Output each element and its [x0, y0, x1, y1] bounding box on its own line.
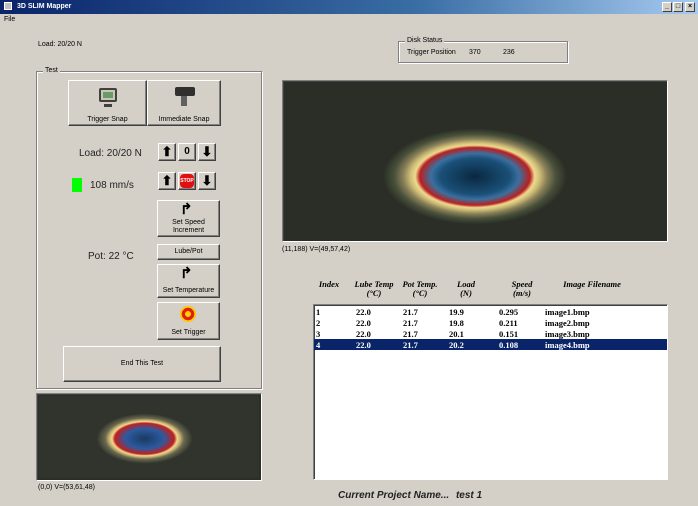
trigger-position-value-2: 236 — [503, 49, 515, 56]
cell-speed: 0.108 — [499, 339, 519, 350]
header-pot-temp-unit: (°C) — [412, 288, 428, 298]
cell-file: image2.bmp — [545, 317, 590, 328]
lube-pot-button[interactable]: Lube/Pot — [157, 244, 220, 260]
header-load-unit: (N) — [460, 288, 472, 298]
app-window: 3D SLIM Mapper _ □ × File Load: 20/20 N … — [0, 0, 698, 506]
set-trigger-label: Set Trigger — [171, 329, 206, 336]
load-readout: Load: 20/20 N — [79, 148, 142, 159]
cell-index: 3 — [316, 328, 321, 339]
cell-lube: 22.0 — [356, 306, 371, 317]
header-index: Index — [318, 279, 340, 289]
close-button[interactable]: × — [685, 2, 695, 12]
arrow-up-icon: ⬆ — [161, 173, 173, 188]
cell-file: image3.bmp — [545, 328, 590, 339]
header-lube-temp-unit: (°C) — [366, 288, 382, 298]
results-list[interactable]: 1 22.0 21.7 19.9 0.295 image1.bmp 2 22.0 21.7 19.… — [313, 304, 668, 480]
cell-file: image1.bmp — [545, 306, 590, 317]
preview-status: (0,0) V=(53,61,48) — [38, 484, 96, 491]
title-bar[interactable]: 3D SLIM Mapper _ □ × — [0, 0, 698, 14]
app-icon — [4, 2, 12, 11]
table-row[interactable]: 2 22.0 21.7 19.8 0.211 image2.bmp — [314, 317, 667, 328]
camera-icon — [175, 87, 195, 96]
trigger-position-label: Trigger Position — [407, 49, 456, 56]
minimize-button[interactable]: _ — [662, 2, 672, 12]
cell-speed: 0.295 — [499, 306, 519, 317]
set-temperature-button[interactable]: ↱ Set Temperature — [157, 264, 220, 298]
monitor-icon — [99, 88, 117, 102]
arrow-up-icon: ⬆ — [161, 144, 173, 159]
set-speed-increment-label: Set Speed Increment — [172, 219, 205, 234]
camera-stand-icon — [181, 96, 187, 106]
cell-load: 20.2 — [449, 339, 464, 350]
trigger-snap-label: Trigger Snap — [87, 116, 128, 123]
maximize-button[interactable]: □ — [673, 2, 683, 12]
set-trigger-button[interactable]: Set Trigger — [157, 302, 220, 340]
pot-readout: Pot: 22 °C — [88, 251, 134, 262]
cell-index: 4 — [316, 339, 321, 350]
monitor-stand-icon — [104, 104, 112, 107]
arrow-down-icon: ⬇ — [201, 173, 213, 188]
load-up-button[interactable]: ⬆ — [158, 143, 176, 161]
immediate-snap-label: Immediate Snap — [158, 116, 210, 123]
cell-index: 2 — [316, 317, 321, 328]
table-row[interactable]: 3 22.0 21.7 20.1 0.151 image3.bmp — [314, 328, 667, 339]
set-temperature-label: Set Temperature — [162, 287, 215, 294]
curved-arrow-icon: ↱ — [180, 265, 193, 282]
speed-up-button[interactable]: ⬆ — [158, 172, 176, 190]
main-video-frame — [282, 80, 668, 242]
header-filename: Image Filename — [563, 279, 621, 289]
cell-lube: 22.0 — [356, 317, 371, 328]
cell-file: image4.bmp — [545, 339, 590, 350]
target-icon — [180, 306, 196, 322]
load-status-text: Load: 20/20 N — [38, 41, 82, 48]
cell-speed: 0.211 — [499, 317, 518, 328]
header-pot-temp: Pot Temp. (°C) — [398, 280, 442, 298]
immediate-snap-button[interactable]: Immediate Snap — [147, 80, 221, 126]
curved-arrow-icon: ↱ — [180, 201, 193, 218]
speed-indicator-light — [72, 178, 82, 192]
header-lube-temp: Lube Temp (°C) — [350, 280, 398, 298]
main-video-status: (11,188) V=(49,57,42) — [282, 246, 351, 253]
stop-sign-icon: STOP — [180, 174, 194, 188]
project-name-label: Current Project Name... — [338, 490, 450, 501]
preview-video-image — [39, 396, 259, 478]
preview-video-frame — [36, 393, 262, 481]
end-test-button[interactable]: End This Test — [63, 346, 221, 382]
disk-status-label: Disk Status — [405, 37, 445, 44]
project-name-value: test 1 — [455, 490, 483, 501]
table-row[interactable]: 4 22.0 21.7 20.2 0.108 image4.bmp — [314, 339, 667, 350]
cell-pot: 21.7 — [403, 317, 418, 328]
menu-file[interactable]: File — [4, 16, 15, 23]
trigger-position-value-1: 370 — [469, 49, 481, 56]
test-group-label: Test — [43, 67, 60, 74]
results-table: 1 22.0 21.7 19.9 0.295 image1.bmp 2 22.0 21.7 19.… — [314, 306, 667, 350]
speed-down-button[interactable]: ⬇ — [198, 172, 216, 190]
cell-load: 19.9 — [449, 306, 464, 317]
stop-button[interactable]: STOP — [178, 172, 196, 190]
disk-status-group: Disk Status Trigger Position 370 236 — [398, 37, 568, 63]
menu-bar: File — [0, 14, 698, 26]
table-row[interactable]: 1 22.0 21.7 19.9 0.295 image1.bmp — [314, 306, 667, 317]
window-title: 3D SLIM Mapper — [16, 3, 72, 10]
header-load: Load (N) — [448, 280, 484, 298]
cell-load: 20.1 — [449, 328, 464, 339]
cell-pot: 21.7 — [403, 339, 418, 350]
speed-readout: 108 mm/s — [90, 180, 134, 191]
cell-index: 1 — [316, 306, 321, 317]
project-name-footer: Current Project Name... test 1 — [338, 490, 482, 501]
load-down-button[interactable]: ⬇ — [198, 143, 216, 161]
cell-pot: 21.7 — [403, 328, 418, 339]
arrow-down-icon: ⬇ — [201, 144, 213, 159]
cell-load: 19.8 — [449, 317, 464, 328]
trigger-snap-button[interactable]: Trigger Snap — [68, 80, 147, 126]
main-video-image — [286, 84, 664, 238]
header-speed: Speed (m/s) — [500, 280, 544, 298]
cell-pot: 21.7 — [403, 306, 418, 317]
cell-lube: 22.0 — [356, 328, 371, 339]
header-speed-unit: (m/s) — [513, 288, 531, 298]
cell-lube: 22.0 — [356, 339, 371, 350]
set-speed-increment-button[interactable]: ↱ Set Speed Increment — [157, 200, 220, 237]
load-zero-button[interactable]: 0 — [178, 143, 196, 161]
cell-speed: 0.151 — [499, 328, 519, 339]
